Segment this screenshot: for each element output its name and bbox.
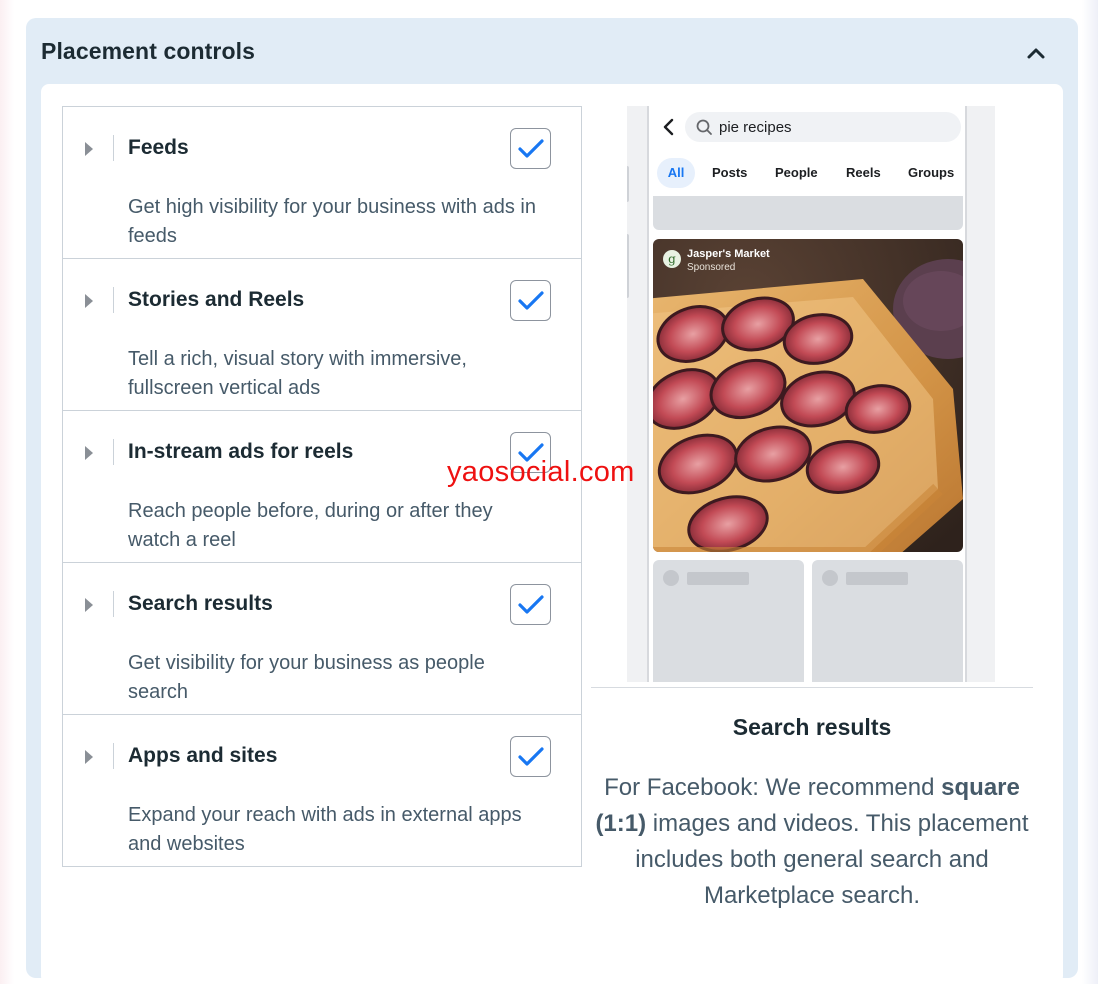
placement-title: Search results <box>128 592 273 615</box>
expand-toggle[interactable] <box>81 747 97 767</box>
placement-title: Feeds <box>128 136 189 159</box>
row-divider <box>113 743 114 769</box>
row-divider <box>113 591 114 617</box>
arrow-left-icon <box>663 118 674 136</box>
caret-right-icon <box>85 750 93 764</box>
check-icon <box>517 138 544 158</box>
placement-row-stories-reels: Stories and Reels Tell a rich, visual st… <box>63 259 581 411</box>
search-results-checkbox[interactable] <box>510 584 551 625</box>
caret-right-icon <box>85 446 93 460</box>
ad-page-name: Jasper's Market <box>687 248 770 260</box>
placement-row-apps-sites: Apps and sites Expand your reach with ad… <box>63 715 581 866</box>
placement-card: Feeds Get high visibility for your busin… <box>41 84 1063 984</box>
sponsored-label: Sponsored <box>687 262 736 273</box>
fig-tart-image <box>653 239 963 552</box>
panel-title: Placement controls <box>41 38 255 64</box>
expand-toggle[interactable] <box>81 595 97 615</box>
stories-reels-checkbox[interactable] <box>510 280 551 321</box>
check-icon <box>517 594 544 614</box>
tab-posts[interactable]: Posts <box>712 158 747 188</box>
search-input[interactable]: pie recipes <box>685 112 961 142</box>
expand-toggle[interactable] <box>81 443 97 463</box>
placement-description: Get visibility for your business as peop… <box>128 652 485 703</box>
check-icon <box>517 746 544 766</box>
tab-all[interactable]: All <box>657 158 695 188</box>
sponsored-ad-image[interactable]: g Jasper's Market Sponsored <box>653 239 963 552</box>
placement-row-search-results: Search results Get visibility for your b… <box>63 563 581 715</box>
placement-title: Stories and Reels <box>128 288 305 311</box>
placement-description: Expand your reach with ads in external a… <box>128 804 522 855</box>
placement-row-feeds: Feeds Get high visibility for your busin… <box>63 107 581 259</box>
feeds-checkbox[interactable] <box>510 128 551 169</box>
placeholder-card <box>653 560 804 682</box>
search-tabs: All Posts People Reels Groups <box>655 158 965 188</box>
preview-description: For Facebook: We recommend square (1:1) … <box>595 774 1029 909</box>
caret-right-icon <box>85 598 93 612</box>
tab-people[interactable]: People <box>775 158 818 188</box>
placeholder-bar <box>653 196 963 230</box>
row-divider <box>113 439 114 465</box>
caret-right-icon <box>85 294 93 308</box>
caret-right-icon <box>85 142 93 156</box>
search-query: pie recipes <box>719 118 792 136</box>
phone-frame-right <box>965 106 995 682</box>
placement-preview-phone: pie recipes All Posts People Reels Group… <box>627 106 995 682</box>
avatar: g <box>663 250 681 268</box>
search-icon <box>695 118 713 136</box>
placement-description: Tell a rich, visual story with immersive… <box>128 348 467 399</box>
preview-divider <box>591 687 1033 688</box>
watermark-text: yaosocial.com <box>447 456 635 488</box>
placement-controls-panel: Placement controls Feeds Get high visibi… <box>26 18 1078 984</box>
chevron-up-icon <box>1027 48 1045 59</box>
row-divider <box>113 135 114 161</box>
back-button[interactable] <box>659 116 677 138</box>
ad-header: g Jasper's Market Sponsored <box>663 247 770 275</box>
placement-title: Apps and sites <box>128 744 278 767</box>
phone-frame-left <box>627 106 649 682</box>
tab-reels[interactable]: Reels <box>846 158 881 188</box>
check-icon <box>517 290 544 310</box>
expand-toggle[interactable] <box>81 291 97 311</box>
tab-groups[interactable]: Groups <box>908 158 954 188</box>
collapse-button[interactable] <box>1020 40 1052 66</box>
row-divider <box>113 287 114 313</box>
placement-title: In-stream ads for reels <box>128 440 354 463</box>
expand-toggle[interactable] <box>81 139 97 159</box>
placement-description: Get high visibility for your business wi… <box>128 196 536 247</box>
placeholder-card <box>812 560 963 682</box>
placement-description: Reach people before, during or after the… <box>128 500 493 551</box>
phone-screen: pie recipes All Posts People Reels Group… <box>651 106 965 682</box>
preview-title: Search results <box>732 714 892 740</box>
apps-sites-checkbox[interactable] <box>510 736 551 777</box>
